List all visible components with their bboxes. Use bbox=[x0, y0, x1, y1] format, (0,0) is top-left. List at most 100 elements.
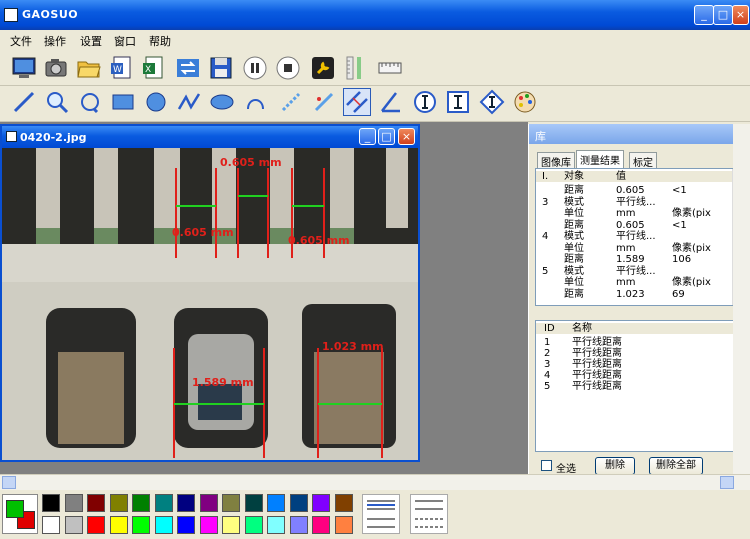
close-button[interactable]: × bbox=[732, 5, 749, 25]
save-icon[interactable] bbox=[207, 54, 235, 82]
point-line-icon[interactable] bbox=[310, 88, 338, 116]
minimize-button[interactable]: _ bbox=[694, 5, 714, 25]
table-row[interactable]: 4 模式 平行线... bbox=[536, 231, 732, 242]
image-window-title-bar[interactable]: 0420-2.jpg _ □ × bbox=[2, 126, 418, 148]
zoom-icon[interactable] bbox=[43, 88, 71, 116]
color-swatch[interactable] bbox=[334, 494, 353, 512]
table-row[interactable]: 单位 mm 像素(pix bbox=[536, 277, 732, 288]
color-swatch[interactable] bbox=[154, 516, 173, 534]
camera-icon[interactable] bbox=[42, 54, 70, 82]
vertical-measure-icon[interactable] bbox=[411, 88, 439, 116]
main-horizontal-scrollbar[interactable] bbox=[0, 474, 750, 490]
color-swatch[interactable] bbox=[199, 494, 218, 512]
list-item[interactable]: 1 平行线距离 bbox=[536, 337, 742, 348]
list-item[interactable]: 4 平行线距离 bbox=[536, 370, 742, 381]
scroll-right-arrow[interactable] bbox=[720, 476, 734, 489]
table-row[interactable]: 5 模式 平行线... bbox=[536, 266, 732, 277]
scroll-left-arrow[interactable] bbox=[2, 476, 16, 489]
arc-tool-icon[interactable] bbox=[242, 88, 270, 116]
color-swatch[interactable] bbox=[289, 516, 308, 534]
color-swatch[interactable] bbox=[132, 516, 150, 534]
menu-settings[interactable]: 设置 bbox=[80, 33, 102, 49]
title-bar[interactable]: GAOSUO _ □ × bbox=[0, 0, 750, 30]
color-swatch[interactable] bbox=[109, 516, 128, 534]
image-maximize-button[interactable]: □ bbox=[378, 128, 395, 145]
color-swatch[interactable] bbox=[177, 494, 195, 512]
table-row[interactable]: 距离 0.605 <1 bbox=[536, 220, 732, 231]
delete-all-button[interactable]: 删除全部 bbox=[649, 457, 703, 475]
color-swatch[interactable] bbox=[222, 494, 240, 512]
rectangle-tool-icon[interactable] bbox=[109, 88, 137, 116]
maximize-button[interactable]: □ bbox=[713, 5, 733, 25]
main-vertical-scrollbar[interactable] bbox=[733, 124, 750, 474]
color-swatch[interactable] bbox=[132, 494, 150, 512]
color-swatch[interactable] bbox=[199, 516, 218, 534]
circle-tool-icon[interactable] bbox=[142, 88, 170, 116]
table-row[interactable]: 单位 mm 像素(pix bbox=[536, 243, 732, 254]
pause-icon[interactable] bbox=[241, 54, 269, 82]
open-folder-icon[interactable] bbox=[75, 54, 103, 82]
select-all-checkbox[interactable] bbox=[541, 460, 552, 471]
measurement-label[interactable]: 1.589 mm bbox=[192, 376, 254, 389]
table-row[interactable]: 3 模式 平行线... bbox=[536, 197, 732, 208]
calibrate-ruler-icon[interactable] bbox=[342, 54, 370, 82]
color-swatch[interactable] bbox=[87, 516, 105, 534]
results-table[interactable]: I. 对象 值 距离 0.605 <1 3 模式 平行线... 单位 mm 像素(pix 距离 0.… bbox=[535, 168, 743, 306]
line-tool-icon[interactable] bbox=[10, 88, 38, 116]
rotate-icon[interactable] bbox=[76, 88, 104, 116]
angle-tool-icon[interactable] bbox=[377, 88, 405, 116]
measurement-label[interactable]: 0.605 mm bbox=[220, 156, 282, 169]
polyline-tool-icon[interactable] bbox=[175, 88, 203, 116]
menu-file[interactable]: 文件 bbox=[10, 33, 32, 49]
height-measure-icon[interactable] bbox=[444, 88, 472, 116]
list-item[interactable]: 5 平行线距离 bbox=[536, 381, 742, 392]
scale-ruler-icon[interactable] bbox=[376, 54, 404, 82]
color-swatch[interactable] bbox=[64, 494, 83, 512]
color-swatch[interactable] bbox=[312, 516, 330, 534]
microscope-image[interactable]: 0.605 mm 0.605 mm 0.605 mm 1.023 mm 1.58… bbox=[2, 148, 418, 460]
list-item[interactable]: 3 平行线距离 bbox=[536, 359, 742, 370]
color-swatch[interactable] bbox=[222, 516, 240, 534]
color-swatch[interactable] bbox=[42, 516, 60, 534]
menu-help[interactable]: 帮助 bbox=[149, 33, 171, 49]
stop-icon[interactable] bbox=[274, 54, 302, 82]
center-measure-icon[interactable] bbox=[478, 88, 506, 116]
color-swatch[interactable] bbox=[267, 494, 285, 512]
transfer-icon[interactable] bbox=[174, 54, 202, 82]
color-swatch[interactable] bbox=[64, 516, 83, 534]
color-swatch[interactable] bbox=[87, 494, 105, 512]
color-swatch[interactable] bbox=[154, 494, 173, 512]
measurement-id-list[interactable]: ID 名称 1 平行线距离 2 平行线距离 3 平行线距离 4 平行线距离 5 平行线距离 bbox=[535, 320, 743, 452]
color-swatch[interactable] bbox=[244, 494, 263, 512]
image-window[interactable]: 0420-2.jpg _ □ × 0.605 mm 0.605 mm 0.605… bbox=[0, 124, 420, 462]
menu-operate[interactable]: 操作 bbox=[44, 33, 66, 49]
parallel-line-distance-icon[interactable] bbox=[343, 88, 371, 116]
color-swatch[interactable] bbox=[244, 516, 263, 534]
ellipse-tool-icon[interactable] bbox=[208, 88, 236, 116]
word-export-icon[interactable]: W bbox=[108, 54, 136, 82]
table-row[interactable]: 距离 1.589 106 bbox=[536, 254, 732, 265]
table-row[interactable]: 距离 0.605 <1 bbox=[536, 185, 732, 196]
monitor-icon[interactable] bbox=[10, 54, 38, 82]
menu-window[interactable]: 窗口 bbox=[114, 33, 136, 49]
color-swatch[interactable] bbox=[289, 494, 308, 512]
image-minimize-button[interactable]: _ bbox=[359, 128, 376, 145]
tab-image-library[interactable]: 图像库 bbox=[537, 152, 575, 169]
color-swatch[interactable] bbox=[334, 516, 353, 534]
color-swatch[interactable] bbox=[177, 516, 195, 534]
measurement-label[interactable]: 1.023 mm bbox=[322, 340, 384, 353]
foreground-color-swatch[interactable] bbox=[6, 500, 24, 518]
color-swatch[interactable] bbox=[42, 494, 60, 512]
table-row[interactable]: 单位 mm 像素(pix bbox=[536, 208, 732, 219]
color-swatch[interactable] bbox=[267, 516, 285, 534]
excel-export-icon[interactable]: X bbox=[140, 54, 168, 82]
image-close-button[interactable]: × bbox=[398, 128, 415, 145]
wrench-icon[interactable] bbox=[309, 54, 337, 82]
color-palette-icon[interactable] bbox=[511, 88, 539, 116]
table-row[interactable]: 距离 1.023 69 bbox=[536, 289, 732, 300]
measurement-label[interactable]: 0.605 mm bbox=[172, 226, 234, 239]
line-style-solid-icon[interactable] bbox=[362, 494, 400, 534]
delete-button[interactable]: 删除 bbox=[595, 457, 635, 475]
measurement-label[interactable]: 0.605 mm bbox=[288, 234, 350, 247]
list-item[interactable]: 2 平行线距离 bbox=[536, 348, 742, 359]
